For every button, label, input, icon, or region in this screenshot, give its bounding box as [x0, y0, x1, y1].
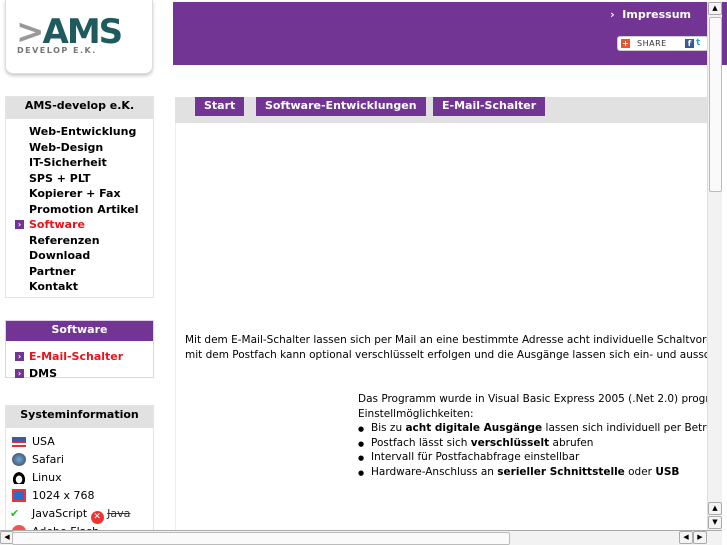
linux-tux-icon	[12, 471, 26, 484]
content-area: Mit dem E-Mail-Schalter lassen sich per …	[175, 123, 727, 530]
horizontal-scrollbar[interactable]: ◀ ◀ ▶	[0, 530, 722, 545]
nav-item-email-schalter[interactable]: › E-Mail-Schalter	[6, 350, 153, 367]
scroll-up-icon[interactable]: ▲	[708, 2, 722, 15]
facebook-icon[interactable]: f	[685, 39, 694, 48]
vertical-scroll-thumb[interactable]	[709, 17, 722, 192]
nav-item-referenzen[interactable]: Referenzen	[6, 234, 153, 250]
share-label: SHARE	[637, 39, 667, 48]
safari-icon	[12, 453, 26, 466]
sysinfo-title: Systeminformation	[6, 406, 153, 428]
features-list: Bis zu acht digitale Ausgänge lassen sic…	[358, 421, 713, 480]
sysinfo-browser: Safari	[6, 453, 153, 471]
main-nav-box: AMS-develop e.K. Web-Entwicklung Web-Des…	[5, 96, 154, 298]
nav-item-web-entwicklung[interactable]: Web-Entwicklung	[6, 125, 153, 141]
nav-item-dms[interactable]: › DMS	[6, 367, 153, 383]
main-nav-title: AMS-develop e.K.	[6, 97, 153, 119]
checkmark-icon: ✔	[10, 507, 20, 520]
arrow-right-icon: ›	[15, 352, 24, 361]
scroll-right-icon[interactable]: ▶	[693, 531, 707, 544]
sysinfo-resolution: 1024 x 768	[6, 489, 153, 507]
nav-item-web-design[interactable]: Web-Design	[6, 141, 153, 157]
intro-paragraph: Mit dem E-Mail-Schalter lassen sich per …	[185, 334, 720, 361]
scroll-up-icon[interactable]: ▲	[708, 502, 722, 515]
main-nav: Web-Entwicklung Web-Design IT-Sicherheit…	[6, 119, 153, 296]
breadcrumb-start[interactable]: Start	[195, 97, 245, 116]
scroll-down-icon[interactable]: ▼	[708, 516, 722, 529]
nav-item-kontakt[interactable]: Kontakt	[6, 280, 153, 296]
breadcrumb-software-entwicklungen[interactable]: Software-Entwicklungen	[256, 97, 426, 116]
nav-item-kopierer-fax[interactable]: Kopierer + Fax	[6, 187, 153, 203]
list-item: Intervall für Postfachabfrage einstellba…	[358, 450, 713, 465]
breadcrumb: Start Software-Entwicklungen E-Mail-Scha…	[175, 97, 707, 123]
share-plus-icon: +	[621, 39, 630, 48]
nav-item-promotion-artikel[interactable]: Promotion Artikel	[6, 203, 153, 219]
arrow-right-icon: ›	[15, 220, 24, 229]
impressum-label: Impressum	[622, 8, 691, 21]
nav-item-software[interactable]: › Software	[6, 218, 153, 234]
ams-logo[interactable]: >AMS DEVELOP E.K.	[5, 0, 153, 74]
chevron-right-icon: ›	[610, 8, 623, 21]
horizontal-scroll-thumb[interactable]	[12, 532, 510, 545]
logo-subtext: DEVELOP E.K.	[17, 46, 97, 55]
sysinfo-box: Systeminformation USA Safari Linux 1024 …	[5, 405, 154, 538]
nav-item-download[interactable]: Download	[6, 249, 153, 265]
arrow-right-icon: ›	[15, 369, 24, 378]
resolution-icon	[12, 489, 26, 502]
list-item: Postfach lässt sich verschlüsselt abrufe…	[358, 436, 713, 450]
nav-item-it-sicherheit[interactable]: IT-Sicherheit	[6, 156, 153, 172]
nav-item-sps-plt[interactable]: SPS + PLT	[6, 172, 153, 188]
vertical-scrollbar[interactable]: ▲ ▲ ▼	[707, 2, 722, 530]
nav-item-partner[interactable]: Partner	[6, 265, 153, 281]
breadcrumb-email-schalter[interactable]: E-Mail-Schalter	[433, 97, 546, 116]
twitter-icon[interactable]: t	[696, 38, 700, 48]
error-icon: ✕	[90, 511, 104, 524]
sysinfo-plugins: ✔ JavaScript ✕ Java	[10, 507, 131, 524]
us-flag-icon	[12, 437, 26, 447]
list-item: Hardware-Anschluss an serieller Schnitts…	[358, 465, 713, 479]
share-button[interactable]: + SHARE f t	[617, 36, 709, 51]
impressum-link[interactable]: › Impressum	[610, 8, 691, 21]
sysinfo-country: USA	[6, 435, 153, 453]
program-description: Das Programm wurde in Visual Basic Expre…	[358, 392, 713, 479]
software-nav-title: Software	[6, 321, 153, 341]
software-nav-box: Software › E-Mail-Schalter › DMS	[5, 320, 154, 380]
list-item: Bis zu acht digitale Ausgänge lassen sic…	[358, 421, 713, 436]
scroll-left-icon[interactable]: ◀	[679, 531, 693, 544]
sysinfo-os: Linux	[6, 471, 153, 489]
header-banner: › Impressum + SHARE f t	[173, 2, 727, 65]
